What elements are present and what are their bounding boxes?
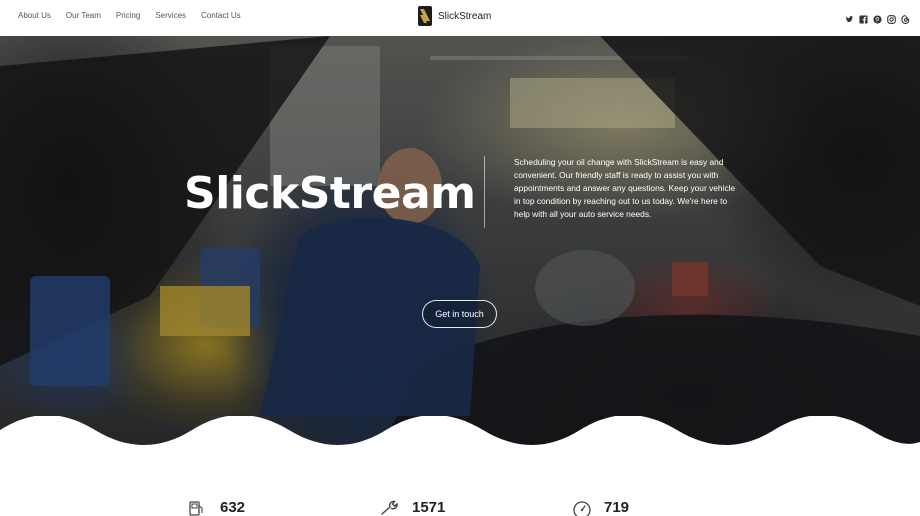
twitter-icon[interactable] [845, 11, 854, 23]
brand[interactable]: SlickStream [418, 6, 491, 26]
pinterest-icon[interactable] [873, 11, 882, 24]
nav-about-us[interactable]: About Us [18, 11, 51, 21]
wrench-icon [381, 500, 398, 515]
social-links [845, 11, 910, 25]
instagram-icon[interactable] [887, 11, 896, 24]
stat-value: 1571 [412, 499, 446, 516]
hero-wave-divider [0, 416, 920, 452]
hero-section: SlickStream Scheduling your oil change w… [0, 36, 920, 452]
stat-item: 719 [572, 499, 629, 516]
main-nav: About Us Our Team Pricing Services Conta… [18, 11, 241, 21]
stats-section: 632 1571 719 [0, 452, 920, 516]
nav-contact-us[interactable]: Contact Us [201, 11, 241, 21]
nav-pricing[interactable]: Pricing [116, 11, 140, 21]
threads-icon[interactable] [901, 11, 910, 25]
nav-services[interactable]: Services [155, 11, 186, 21]
stat-value: 632 [220, 499, 246, 516]
gauge-icon [573, 500, 591, 516]
hero-title: SlickStream [184, 168, 476, 219]
get-in-touch-button[interactable]: Get in touch [422, 300, 497, 328]
stat-value: 719 [604, 499, 630, 516]
stat-item: 1571 [380, 499, 445, 516]
brand-logo-icon [418, 6, 432, 26]
stat-item: 632 [188, 499, 245, 516]
hero-description: Scheduling your oil change with SlickStr… [514, 157, 736, 220]
site-header: About Us Our Team Pricing Services Conta… [0, 0, 920, 36]
facebook-icon[interactable] [859, 11, 868, 24]
hero-divider [484, 156, 485, 228]
brand-name: SlickStream [438, 10, 492, 22]
fuel-pump-icon [189, 500, 203, 516]
nav-our-team[interactable]: Our Team [66, 11, 101, 21]
hero-overlay [0, 36, 920, 452]
